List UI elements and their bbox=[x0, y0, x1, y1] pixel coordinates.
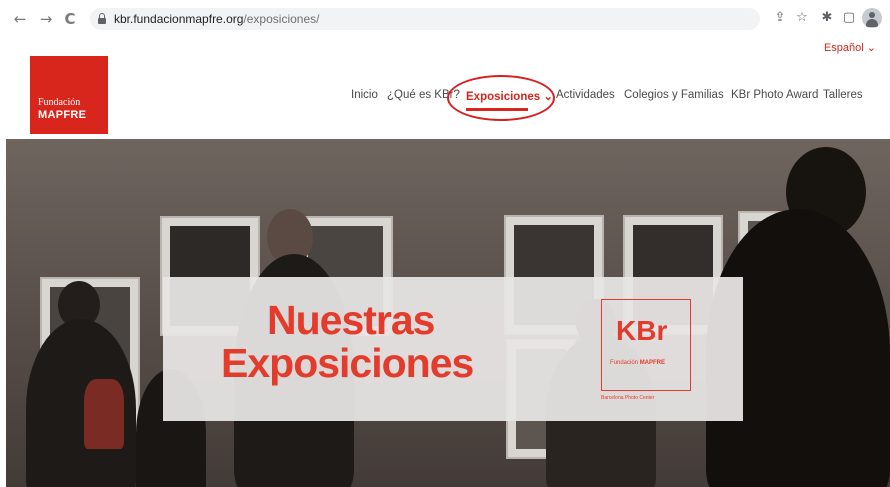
kbr-sub-b: MAPFRE bbox=[639, 360, 666, 366]
kbr-logo: KBr Fundación MAPFRE bbox=[601, 299, 691, 391]
logo-line2: MAPFRE bbox=[38, 109, 87, 121]
lock-icon[interactable] bbox=[98, 13, 106, 24]
nav-talleres[interactable]: Talleres bbox=[823, 89, 863, 101]
hero-title-line1: Nuestras bbox=[267, 297, 435, 343]
logo-line1: Fundación bbox=[38, 97, 81, 108]
hero-title-line2: Exposiciones bbox=[221, 340, 474, 386]
fundacion-mapfre-logo[interactable]: Fundación MAPFRE bbox=[30, 56, 108, 134]
kbr-caption: Barcelona Photo Center bbox=[601, 395, 655, 401]
nav-kbr-photo-award[interactable]: KBr Photo Award bbox=[731, 89, 818, 101]
visitor-bag bbox=[84, 379, 124, 449]
annotation-circle bbox=[447, 75, 555, 121]
back-icon[interactable]: ← bbox=[10, 9, 30, 29]
kbr-logo-text: KBr bbox=[616, 315, 668, 346]
nav-actividades[interactable]: Actividades bbox=[556, 89, 615, 101]
url-host: kbr.fundacionmapfre.org bbox=[114, 12, 244, 26]
address-bar[interactable]: kbr.fundacionmapfre.org/exposiciones/ bbox=[90, 8, 760, 30]
nav-inicio[interactable]: Inicio bbox=[351, 89, 378, 101]
browser-toolbar: ← → C kbr.fundacionmapfre.org/exposicion… bbox=[0, 0, 890, 38]
profile-avatar-icon[interactable] bbox=[862, 8, 882, 28]
forward-icon[interactable]: → bbox=[36, 9, 56, 29]
url-path: /exposiciones/ bbox=[243, 12, 320, 26]
star-icon[interactable]: ☆ bbox=[793, 9, 811, 27]
language-selector[interactable]: Español ⌄ bbox=[824, 41, 876, 54]
extensions-icon[interactable]: ✱ bbox=[818, 9, 836, 27]
reload-icon[interactable]: C bbox=[60, 9, 80, 29]
share-icon[interactable]: ⇪ bbox=[771, 9, 789, 27]
hero-banner: Nuestras Exposiciones KBr Fundación MAPF… bbox=[163, 277, 743, 421]
kbr-sub-a: Fundación bbox=[610, 360, 640, 366]
kbr-logo-subtitle: Fundación MAPFRE bbox=[610, 360, 665, 366]
url-text[interactable]: kbr.fundacionmapfre.org/exposiciones/ bbox=[114, 12, 319, 26]
nav-colegios-y-familias[interactable]: Colegios y Familias bbox=[624, 89, 724, 101]
side-panel-icon[interactable]: ▢ bbox=[840, 9, 858, 27]
